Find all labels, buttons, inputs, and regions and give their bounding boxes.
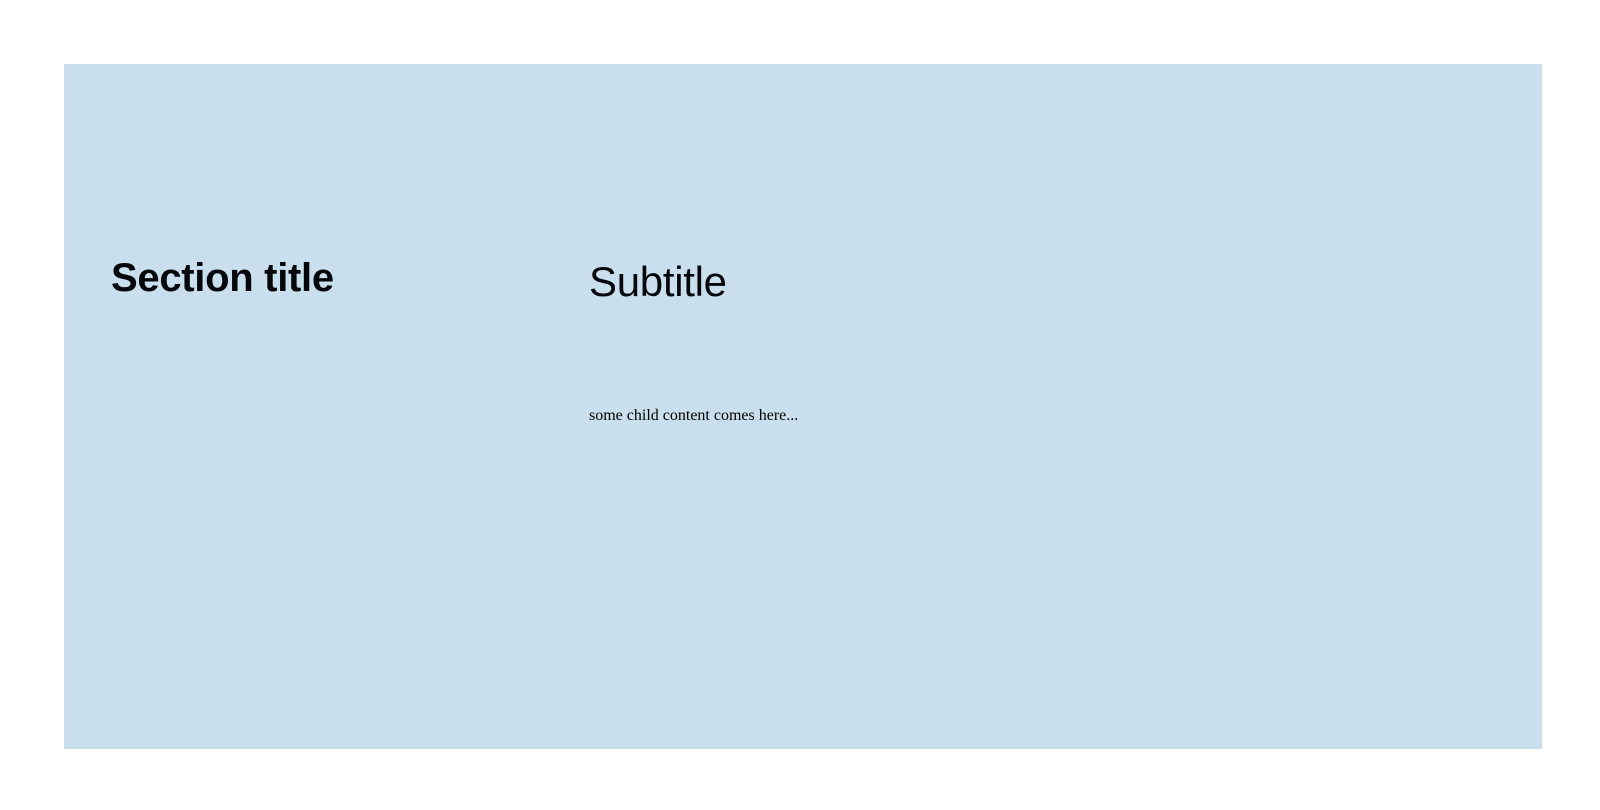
- section-subtitle: Subtitle: [589, 258, 727, 305]
- child-content-text: some child content comes here...: [589, 407, 799, 424]
- section-container: Section title Subtitle some child conten…: [64, 64, 1542, 749]
- section-content: Subtitle some child content comes here..…: [589, 254, 798, 424]
- section-title: Section title: [111, 256, 334, 300]
